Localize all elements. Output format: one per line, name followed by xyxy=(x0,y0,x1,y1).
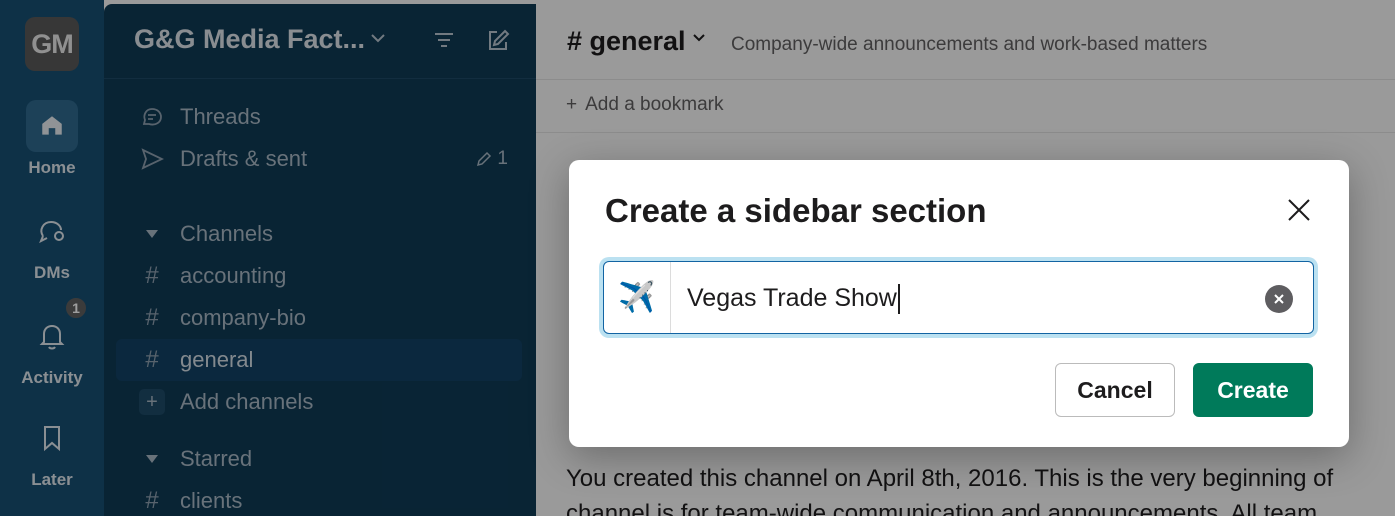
section-name-input[interactable]: Vegas Trade Show xyxy=(687,284,1227,315)
emoji-picker-button[interactable]: ✈️ xyxy=(604,262,671,333)
create-section-dialog: Create a sidebar section ✈️ Vegas Trade … xyxy=(569,160,1349,447)
close-button[interactable] xyxy=(1281,192,1317,228)
dialog-title: Create a sidebar section xyxy=(605,192,987,229)
cancel-button[interactable]: Cancel xyxy=(1055,363,1175,417)
create-button[interactable]: Create xyxy=(1193,363,1313,417)
clear-icon xyxy=(1274,294,1284,304)
clear-input-button[interactable] xyxy=(1265,285,1293,313)
section-name-field[interactable]: ✈️ Vegas Trade Show xyxy=(603,261,1314,334)
close-icon xyxy=(1288,199,1310,221)
text-caret xyxy=(897,284,900,315)
